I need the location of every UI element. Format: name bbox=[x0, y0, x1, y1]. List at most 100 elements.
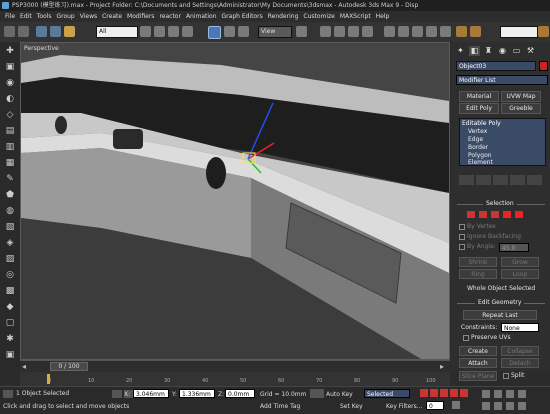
select-scale-icon[interactable] bbox=[238, 26, 249, 37]
greeble-button[interactable]: Greeble bbox=[501, 103, 541, 114]
align-icon[interactable] bbox=[398, 26, 409, 37]
pan-view-icon[interactable] bbox=[494, 402, 502, 410]
pin-stack-icon[interactable] bbox=[459, 175, 474, 185]
key-mode-dropdown[interactable]: Selected bbox=[364, 389, 410, 398]
edge-mode-icon[interactable] bbox=[479, 211, 487, 218]
menu-group[interactable]: Group bbox=[56, 11, 74, 22]
ignore-backfacing-checkbox[interactable] bbox=[459, 234, 465, 240]
select-rotate-icon[interactable] bbox=[224, 26, 235, 37]
select-object-icon[interactable] bbox=[140, 26, 151, 37]
maxscript-listener-icon[interactable] bbox=[3, 390, 13, 398]
slice-plane-button[interactable]: Slice Plane bbox=[459, 371, 497, 381]
repeat-last-button[interactable]: Repeat Last bbox=[463, 310, 537, 320]
go-to-start-icon[interactable] bbox=[420, 389, 428, 397]
menu-customize[interactable]: Customize bbox=[303, 11, 335, 22]
tool-icon-5[interactable]: ◇ bbox=[4, 110, 16, 120]
ring-button[interactable]: Ring bbox=[459, 269, 497, 279]
render-icon[interactable] bbox=[538, 26, 549, 37]
reference-coord-dropdown[interactable]: View bbox=[258, 26, 292, 38]
percent-snap-icon[interactable] bbox=[348, 26, 359, 37]
angle-spinner[interactable]: 45.0 bbox=[499, 243, 529, 252]
add-time-tag[interactable]: Add Time Tag bbox=[260, 403, 300, 410]
tool-icon-11[interactable]: ◍ bbox=[4, 206, 16, 216]
current-frame-field[interactable]: 0 bbox=[426, 401, 444, 410]
hierarchy-tab-icon[interactable]: ♜ bbox=[483, 46, 494, 56]
mirror-icon[interactable] bbox=[384, 26, 395, 37]
stack-polygon[interactable]: Polygon bbox=[468, 152, 492, 159]
select-link-icon[interactable] bbox=[36, 26, 47, 37]
spinner-snap-icon[interactable] bbox=[362, 26, 373, 37]
layer-manager-icon[interactable] bbox=[412, 26, 423, 37]
tool-icon-19[interactable]: ✱ bbox=[4, 334, 16, 344]
z-coordinate-field[interactable]: 0.0mm bbox=[225, 389, 255, 398]
angle-snap-icon[interactable] bbox=[334, 26, 345, 37]
select-move-icon[interactable] bbox=[208, 26, 221, 39]
stack-border[interactable]: Border bbox=[468, 144, 488, 151]
detach-button[interactable]: Detach bbox=[501, 358, 539, 368]
tool-icon-2[interactable]: ▣ bbox=[4, 62, 16, 72]
go-to-end-icon[interactable] bbox=[460, 389, 468, 397]
tool-icon-20[interactable]: ▣ bbox=[4, 350, 16, 360]
time-slider-thumb[interactable]: 0 / 100 bbox=[50, 362, 88, 371]
collapse-button[interactable]: Collapse bbox=[501, 346, 539, 356]
stack-editable-poly[interactable]: Editable Poly bbox=[462, 120, 501, 127]
tool-icon-15[interactable]: ◎ bbox=[4, 270, 16, 280]
time-config-icon[interactable] bbox=[452, 401, 460, 409]
tool-icon-17[interactable]: ◆ bbox=[4, 302, 16, 312]
next-arrow-icon[interactable]: ▸ bbox=[440, 362, 444, 371]
edit-geometry-title[interactable]: Edit Geometry bbox=[475, 299, 525, 306]
stack-edge[interactable]: Edge bbox=[468, 136, 483, 143]
utilities-tab-icon[interactable]: ⚒ bbox=[525, 46, 536, 56]
configure-sets-icon[interactable] bbox=[527, 175, 542, 185]
remove-modifier-icon[interactable] bbox=[510, 175, 525, 185]
motion-tab-icon[interactable]: ◉ bbox=[497, 46, 508, 56]
material-editor-icon[interactable] bbox=[440, 26, 451, 37]
stack-element[interactable]: Element bbox=[468, 159, 493, 166]
modify-tab-icon[interactable]: ◧ bbox=[469, 46, 480, 56]
modifier-stack-list[interactable]: Editable Poly Vertex Edge Border Polygon… bbox=[459, 118, 546, 166]
select-by-name-icon[interactable] bbox=[154, 26, 165, 37]
rectangular-selection-icon[interactable] bbox=[168, 26, 179, 37]
tool-icon-6[interactable]: ▤ bbox=[4, 126, 16, 136]
stack-vertex[interactable]: Vertex bbox=[468, 128, 487, 135]
tool-icon-4[interactable]: ◐ bbox=[4, 94, 16, 104]
menu-create[interactable]: Create bbox=[102, 11, 122, 22]
border-mode-icon[interactable] bbox=[491, 211, 499, 218]
track-bar[interactable]: 0 10 20 30 40 50 60 70 80 90 100 bbox=[20, 372, 450, 386]
menu-file[interactable]: File bbox=[5, 11, 15, 22]
tool-icon-13[interactable]: ◈ bbox=[4, 238, 16, 248]
perspective-viewport[interactable]: Perspective bbox=[20, 42, 450, 360]
vertex-mode-icon[interactable] bbox=[467, 211, 475, 218]
menu-rendering[interactable]: Rendering bbox=[268, 11, 299, 22]
menu-graph-editors[interactable]: Graph Editors bbox=[222, 11, 263, 22]
x-coordinate-field[interactable]: 3.046mm bbox=[133, 389, 169, 398]
material-button[interactable]: Material bbox=[459, 91, 499, 102]
bind-space-warp-icon[interactable] bbox=[64, 26, 75, 37]
orbit-icon[interactable] bbox=[506, 402, 514, 410]
edit-poly-button[interactable]: Edit Poly bbox=[459, 103, 499, 114]
tool-icon-12[interactable]: ▧ bbox=[4, 222, 16, 232]
lock-selection-icon[interactable] bbox=[112, 390, 122, 398]
field-of-view-icon[interactable] bbox=[482, 402, 490, 410]
render-setup-icon[interactable] bbox=[456, 26, 467, 37]
prev-frame-icon[interactable] bbox=[430, 389, 438, 397]
tool-icon-9[interactable]: ✎ bbox=[4, 174, 16, 184]
split-checkbox[interactable] bbox=[503, 373, 509, 379]
zoom-extents-icon[interactable] bbox=[506, 390, 514, 398]
tool-icon-16[interactable]: ▩ bbox=[4, 286, 16, 296]
snap-icon[interactable] bbox=[320, 26, 331, 37]
object-color-swatch[interactable] bbox=[539, 61, 548, 71]
menu-reactor[interactable]: reactor bbox=[159, 11, 181, 22]
by-angle-checkbox[interactable] bbox=[459, 244, 465, 250]
preserve-uvs-checkbox[interactable] bbox=[463, 335, 469, 341]
attach-button[interactable]: Attach bbox=[459, 358, 497, 368]
constraints-dropdown[interactable]: None bbox=[501, 323, 539, 332]
zoom-extents-all-icon[interactable] bbox=[518, 390, 526, 398]
display-tab-icon[interactable]: ▭ bbox=[511, 46, 522, 56]
grow-button[interactable]: Grow bbox=[501, 257, 539, 267]
tool-icon-14[interactable]: ▨ bbox=[4, 254, 16, 264]
tool-icon-8[interactable]: ▦ bbox=[4, 158, 16, 168]
loop-button[interactable]: Loop bbox=[501, 269, 539, 279]
key-filters-button[interactable]: Key Filters... bbox=[386, 403, 423, 410]
create-tab-icon[interactable]: ✦ bbox=[455, 46, 466, 56]
